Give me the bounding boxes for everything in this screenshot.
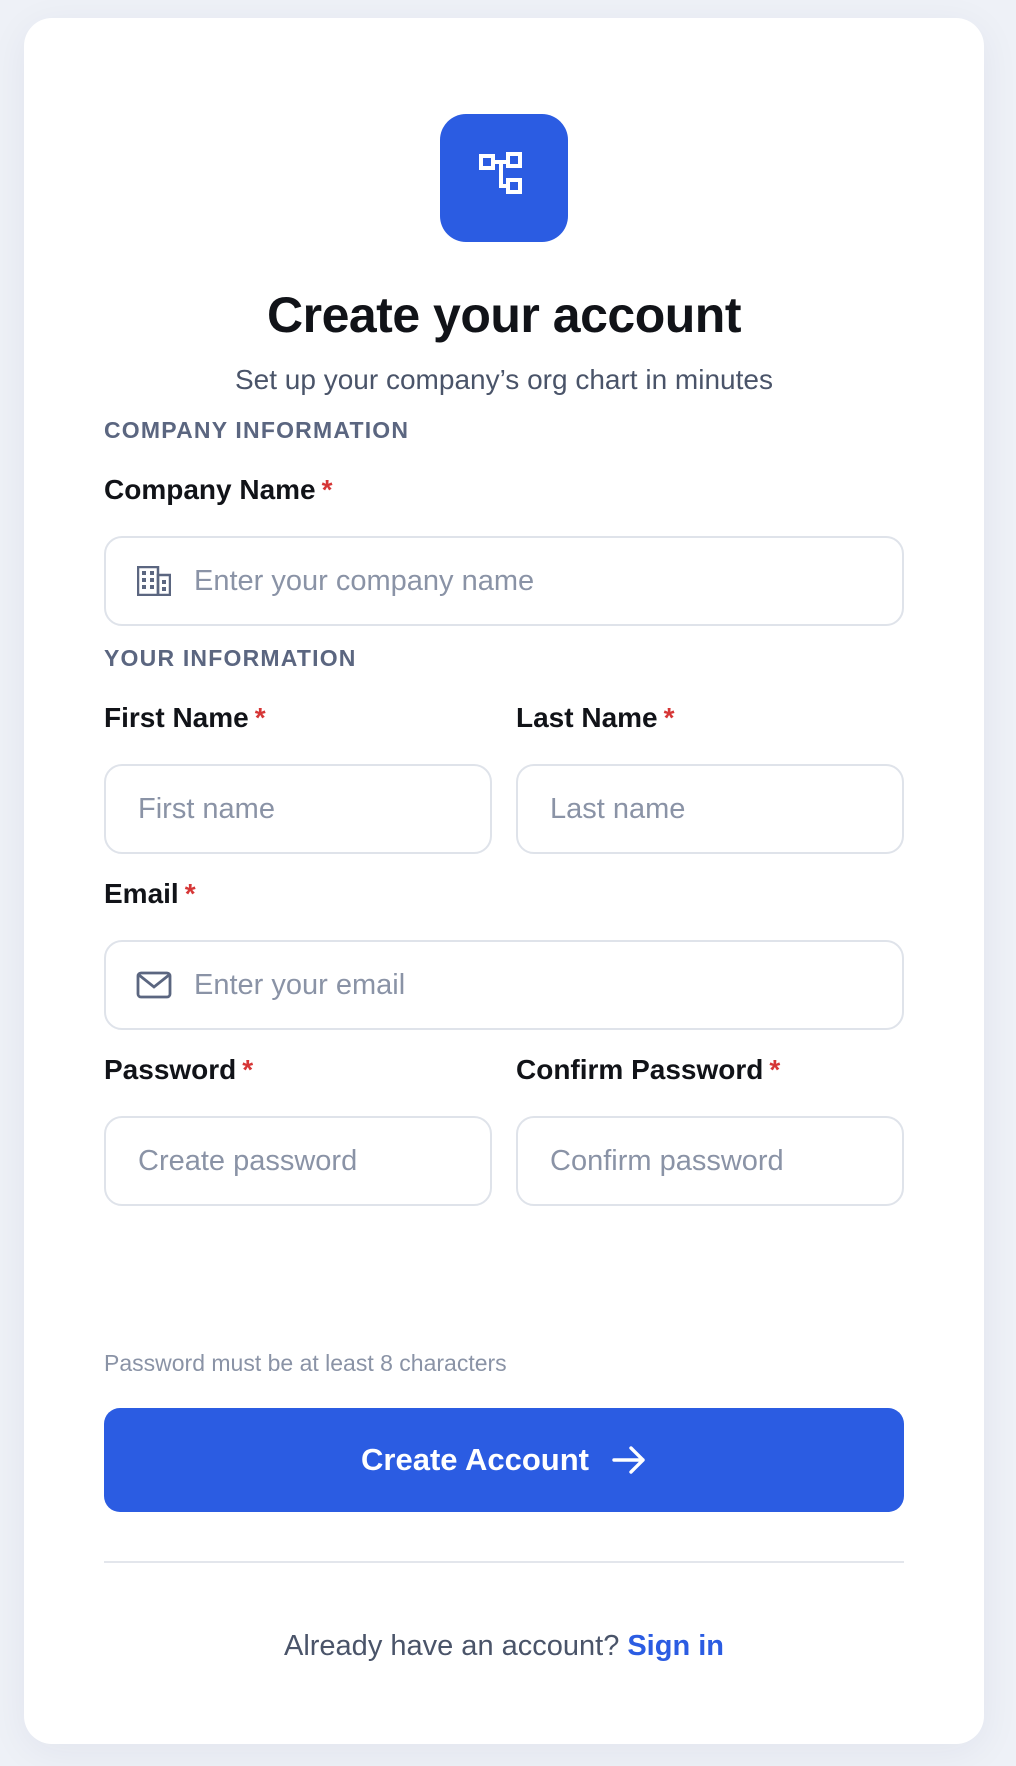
required-marker: * — [321, 474, 333, 505]
page-subtitle: Set up your company’s org chart in minut… — [235, 364, 773, 395]
password-hint: Password must be at least 8 characters — [104, 1350, 507, 1376]
divider — [104, 1561, 904, 1563]
company-name-label: Company Name * — [104, 474, 333, 505]
required-marker: * — [663, 702, 675, 733]
required-marker: * — [254, 702, 266, 733]
email-placeholder: Enter your email — [194, 968, 406, 1001]
last-name-placeholder: Last name — [550, 792, 686, 825]
confirm-password-placeholder: Confirm password — [550, 1144, 784, 1177]
email-label: Email * — [104, 878, 196, 909]
password-placeholder: Create password — [138, 1144, 358, 1177]
signin-prompt-text: Already have an account? — [283, 1630, 620, 1662]
password-input[interactable]: Create password — [104, 1116, 492, 1206]
first-name-placeholder: First name — [138, 792, 275, 825]
confirm-password-input[interactable]: Confirm password — [516, 1116, 904, 1206]
company-name-input[interactable]: Enter your company name — [104, 536, 904, 626]
last-name-label: Last Name * — [516, 702, 675, 733]
signup-card: Create your account Set up your company’… — [24, 18, 984, 1744]
app-logo — [440, 114, 568, 242]
company-name-placeholder: Enter your company name — [194, 564, 535, 597]
page-title: Create your account — [267, 287, 741, 343]
email-input[interactable]: Enter your email — [104, 940, 904, 1030]
arrow-right-icon — [611, 1445, 647, 1475]
signin-prompt: Already have an account? Sign in — [24, 1630, 984, 1663]
confirm-password-label: Confirm Password * — [516, 1054, 781, 1085]
section-heading-company: COMPANY INFORMATION — [104, 417, 410, 443]
password-label: Password * — [104, 1054, 254, 1085]
create-account-button[interactable]: Create Account — [104, 1408, 904, 1512]
create-account-label: Create Account — [361, 1442, 589, 1477]
section-heading-user: YOUR INFORMATION — [104, 645, 357, 671]
required-marker: * — [769, 1054, 781, 1085]
building-icon — [134, 561, 174, 601]
sign-in-link[interactable]: Sign in — [627, 1630, 724, 1662]
required-marker: * — [184, 878, 196, 909]
required-marker: * — [242, 1054, 254, 1085]
last-name-input[interactable]: Last name — [516, 764, 904, 854]
first-name-input[interactable]: First name — [104, 764, 492, 854]
first-name-label: First Name * — [104, 702, 266, 733]
mail-icon — [134, 965, 174, 1005]
org-chart-icon — [478, 150, 530, 207]
